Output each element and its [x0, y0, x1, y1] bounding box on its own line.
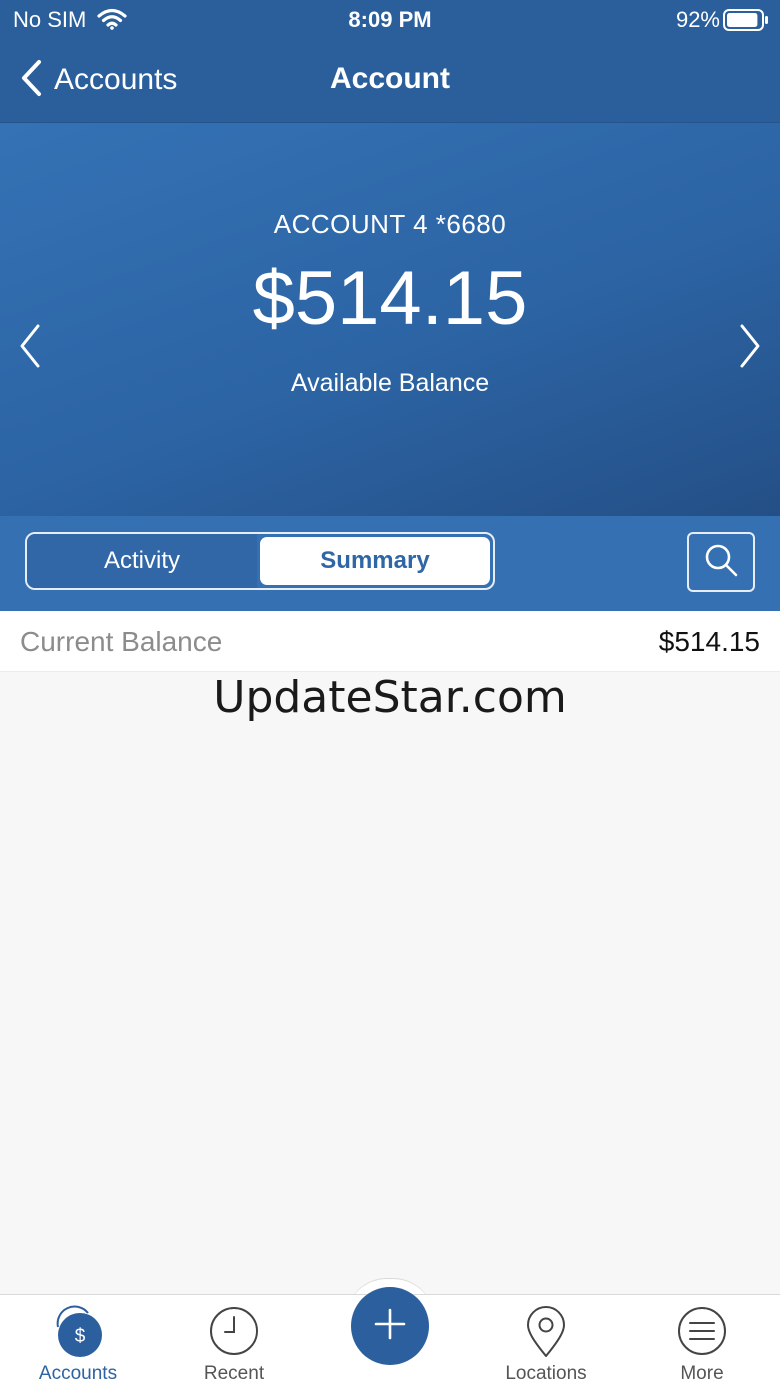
- menu-icon: [624, 1305, 780, 1357]
- next-account-button[interactable]: [738, 323, 762, 374]
- tab-recent[interactable]: Recent: [156, 1295, 312, 1387]
- watermark-text: UpdateStar.com: [213, 672, 567, 723]
- available-balance-label: Available Balance: [290, 369, 490, 397]
- status-bar: No SIM 8:09 PM 92%: [0, 0, 780, 40]
- battery-percentage: 92%: [675, 7, 720, 32]
- search-button[interactable]: [687, 532, 755, 592]
- tab-activity[interactable]: Activity: [27, 534, 257, 588]
- tab-locations[interactable]: Locations: [468, 1295, 624, 1387]
- page-title: Account: [330, 62, 450, 95]
- available-balance-amount: $514.15: [252, 256, 528, 341]
- segment-toolbar: Activity Summary: [0, 516, 780, 611]
- clock-label: 8:09 PM: [348, 7, 432, 32]
- app-root: No SIM 8:09 PM 92% Accounts Account ACCO…: [0, 0, 780, 1387]
- tab-accounts-label: Accounts: [38, 1363, 118, 1384]
- tab-summary[interactable]: Summary: [260, 537, 490, 585]
- view-segmented-control: Activity Summary: [25, 532, 495, 590]
- account-balance-panel: ACCOUNT 4 *6680 $514.15 Available Balanc…: [0, 123, 780, 516]
- clock-icon: [156, 1305, 312, 1357]
- accounts-dollar-icon: $: [0, 1305, 156, 1359]
- search-icon: [702, 541, 740, 584]
- tab-more-label: More: [680, 1363, 724, 1384]
- navigation-bar: No SIM 8:09 PM 92% Accounts Account: [0, 0, 780, 123]
- current-balance-label: Current Balance: [20, 626, 223, 657]
- summary-row-current-balance: Current Balance $514.15: [0, 611, 780, 672]
- tab-recent-label: Recent: [203, 1363, 265, 1384]
- add-action-button[interactable]: [351, 1287, 429, 1365]
- account-name: ACCOUNT 4 *6680: [273, 209, 507, 239]
- location-pin-icon: [468, 1305, 624, 1359]
- svg-text:$: $: [75, 1326, 86, 1347]
- tab-more[interactable]: More: [624, 1295, 780, 1387]
- tab-accounts[interactable]: $ Accounts: [0, 1295, 156, 1387]
- chevron-right-icon: [738, 324, 762, 373]
- previous-account-button[interactable]: [18, 323, 42, 374]
- chevron-left-icon: [18, 324, 42, 373]
- plus-icon: [373, 1307, 407, 1346]
- current-balance-value: $514.15: [658, 626, 760, 657]
- tab-locations-label: Locations: [505, 1363, 587, 1384]
- battery-icon: [723, 9, 769, 37]
